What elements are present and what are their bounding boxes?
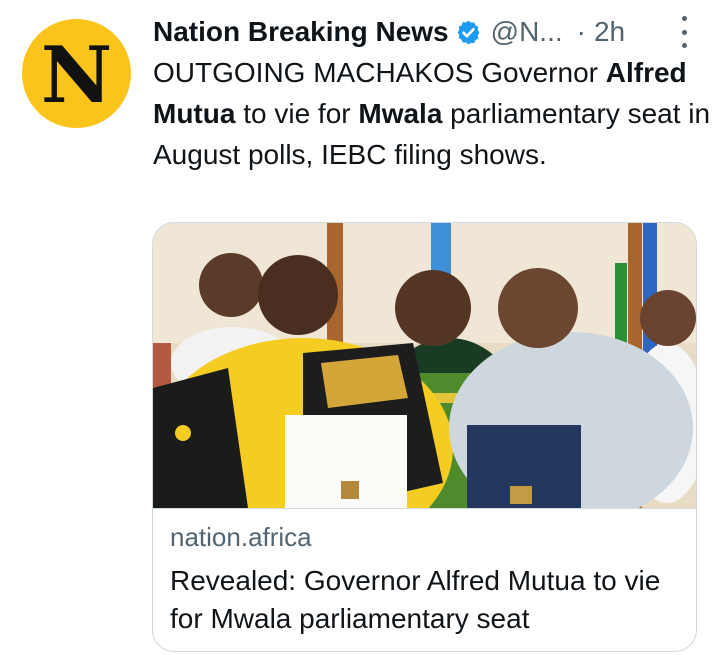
more-dot xyxy=(681,43,687,48)
tweet-text-bold: Mwala xyxy=(358,98,443,129)
more-dot xyxy=(681,29,687,35)
more-dot xyxy=(681,16,687,21)
card-domain: nation.africa xyxy=(170,522,312,552)
tweet-header: Nation Breaking News @N... · 2h xyxy=(153,10,713,54)
link-preview-card[interactable]: nation.africa Revealed: Governor Alfred … xyxy=(152,222,697,652)
card-title[interactable]: Revealed: Governor Alfred Mutua to vie f… xyxy=(170,562,675,638)
tweet[interactable]: N Nation Breaking News @N... · 2h OUTGOI… xyxy=(0,0,720,655)
verified-badge-icon xyxy=(457,20,480,44)
avatar-logo-letter: N xyxy=(40,29,113,121)
author-avatar[interactable]: N xyxy=(22,19,131,128)
tweet-text-part: OUTGOING MACHAKOS Governor xyxy=(153,57,606,88)
card-details: nation.africa Revealed: Governor Alfred … xyxy=(153,508,696,651)
more-options-icon[interactable] xyxy=(674,16,694,48)
tweet-text-part: to vie for xyxy=(235,98,359,129)
tweet-timestamp[interactable]: 2h xyxy=(594,16,625,48)
author-name[interactable]: Nation Breaking News xyxy=(153,16,449,48)
author-handle[interactable]: @N... xyxy=(491,16,563,48)
card-image[interactable] xyxy=(153,223,696,508)
card-photo-illustration xyxy=(153,223,696,508)
header-separator: · xyxy=(576,16,586,47)
tweet-text: OUTGOING MACHAKOS Governor Alfred Mutua … xyxy=(153,52,713,175)
